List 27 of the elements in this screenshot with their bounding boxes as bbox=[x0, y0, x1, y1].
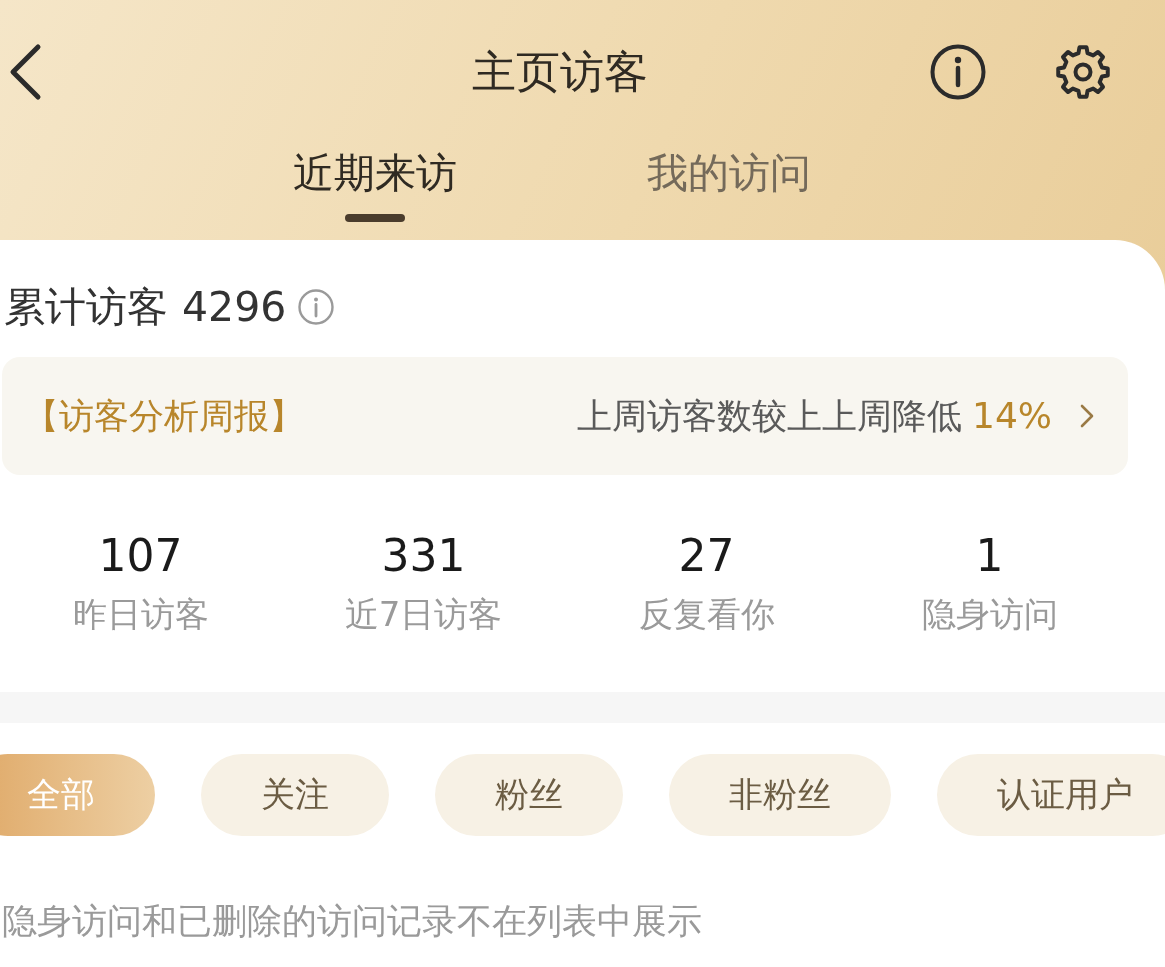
stat-value: 27 bbox=[678, 530, 735, 582]
tab[interactable]: 近期来访 bbox=[293, 148, 457, 198]
back-icon[interactable] bbox=[8, 43, 42, 101]
filter-chip[interactable]: 关注 bbox=[201, 754, 389, 836]
stat-label: 隐身访问 bbox=[921, 593, 1058, 636]
report-title: 【访客分析周报】 bbox=[24, 395, 304, 438]
filter-chip[interactable]: 非粉丝 bbox=[669, 754, 891, 836]
settings-icon[interactable] bbox=[1055, 44, 1111, 100]
filter-chip[interactable]: 认证用户 bbox=[937, 754, 1165, 836]
tab-indicator bbox=[345, 214, 405, 222]
filter-chip[interactable]: 粉丝 bbox=[435, 754, 623, 836]
info-icon[interactable] bbox=[930, 44, 986, 100]
stat-label: 近7日访客 bbox=[344, 593, 503, 636]
stat-label: 昨日访客 bbox=[72, 593, 209, 636]
stat-value: 331 bbox=[381, 530, 466, 582]
chevron-right-icon bbox=[1080, 404, 1094, 428]
stat-value: 1 bbox=[975, 530, 1004, 582]
page-title: 主页访客 bbox=[472, 46, 648, 98]
stat-value: 107 bbox=[98, 530, 183, 582]
total-visitors-value: 4296 bbox=[182, 282, 287, 333]
total-visitors-label: 累计访客 bbox=[4, 282, 168, 333]
stat-label: 反复看你 bbox=[638, 593, 775, 636]
report-summary: 上周访客数较上上周降低 bbox=[577, 395, 962, 438]
tab[interactable]: 我的访问 bbox=[647, 148, 811, 198]
note-text: 隐身访问和已删除的访问记录不在列表中展示 bbox=[2, 900, 702, 943]
change-percent: 14% bbox=[972, 394, 1052, 438]
weekly-report-banner[interactable]: 【访客分析周报】 上周访客数较上上周降低 14% bbox=[2, 357, 1128, 475]
